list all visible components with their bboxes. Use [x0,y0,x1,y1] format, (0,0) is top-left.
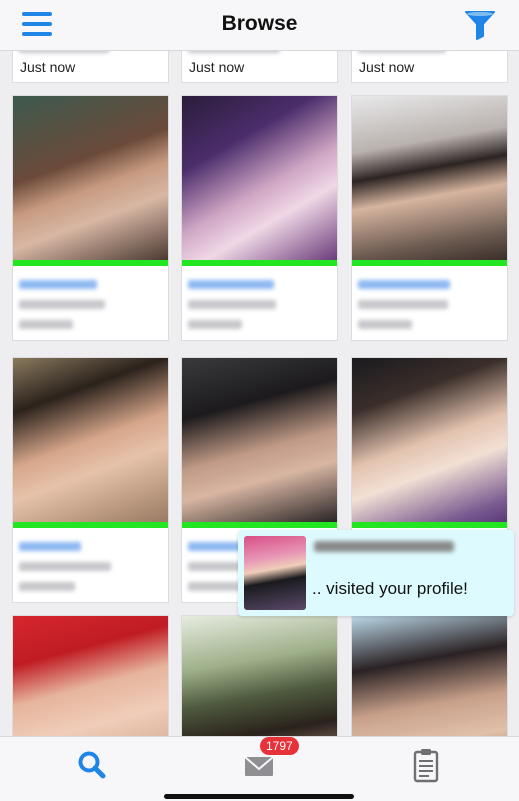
blurred-location [19,562,111,571]
clipboard-icon [413,749,439,783]
last-active-time: Just now [189,59,245,75]
blurred-location [19,300,105,309]
unread-messages-badge: 1797 [260,737,299,755]
tab-browse[interactable] [62,745,122,785]
notification-message: .. visited your profile! [312,579,468,598]
profile-card[interactable] [181,95,338,341]
blurred-time [188,320,242,329]
home-indicator [164,794,354,799]
search-icon [78,751,106,779]
blurred-username [188,280,274,289]
visitor-avatar [244,536,306,610]
online-indicator [13,260,168,266]
profile-photo [182,358,337,522]
profile-photo [352,96,507,260]
profile-card[interactable] [351,95,508,341]
profile-photo [182,96,337,260]
profile-photo [13,358,168,522]
bottom-tab-bar: 1797 [0,736,519,801]
blurred-username [19,280,97,289]
blurred-time [19,582,75,591]
blurred-username [188,542,244,551]
online-indicator [352,260,507,266]
profile-card[interactable] [12,357,169,603]
online-indicator [182,522,337,528]
blurred-time [358,320,412,329]
top-nav-bar: Browse [0,0,519,51]
profile-photo [13,96,168,260]
filter-funnel-icon[interactable] [462,8,498,42]
tab-activity[interactable] [396,745,456,785]
blurred-location [358,300,448,309]
profile-grid: Just now Just now Just now [0,0,519,800]
page-title: Browse [221,12,298,35]
last-active-time: Just now [359,59,415,75]
blurred-visitor-name [314,541,454,552]
online-indicator [182,260,337,266]
blurred-location [188,300,276,309]
blurred-username [19,542,81,551]
profile-photo [352,358,507,522]
last-active-time: Just now [20,59,76,75]
profile-card[interactable] [12,95,169,341]
online-indicator [13,522,168,528]
profile-visit-notification[interactable]: .. visited your profile! [238,530,514,616]
blurred-time [19,320,73,329]
blurred-time [188,582,240,591]
online-indicator [352,522,507,528]
blurred-username [358,280,450,289]
